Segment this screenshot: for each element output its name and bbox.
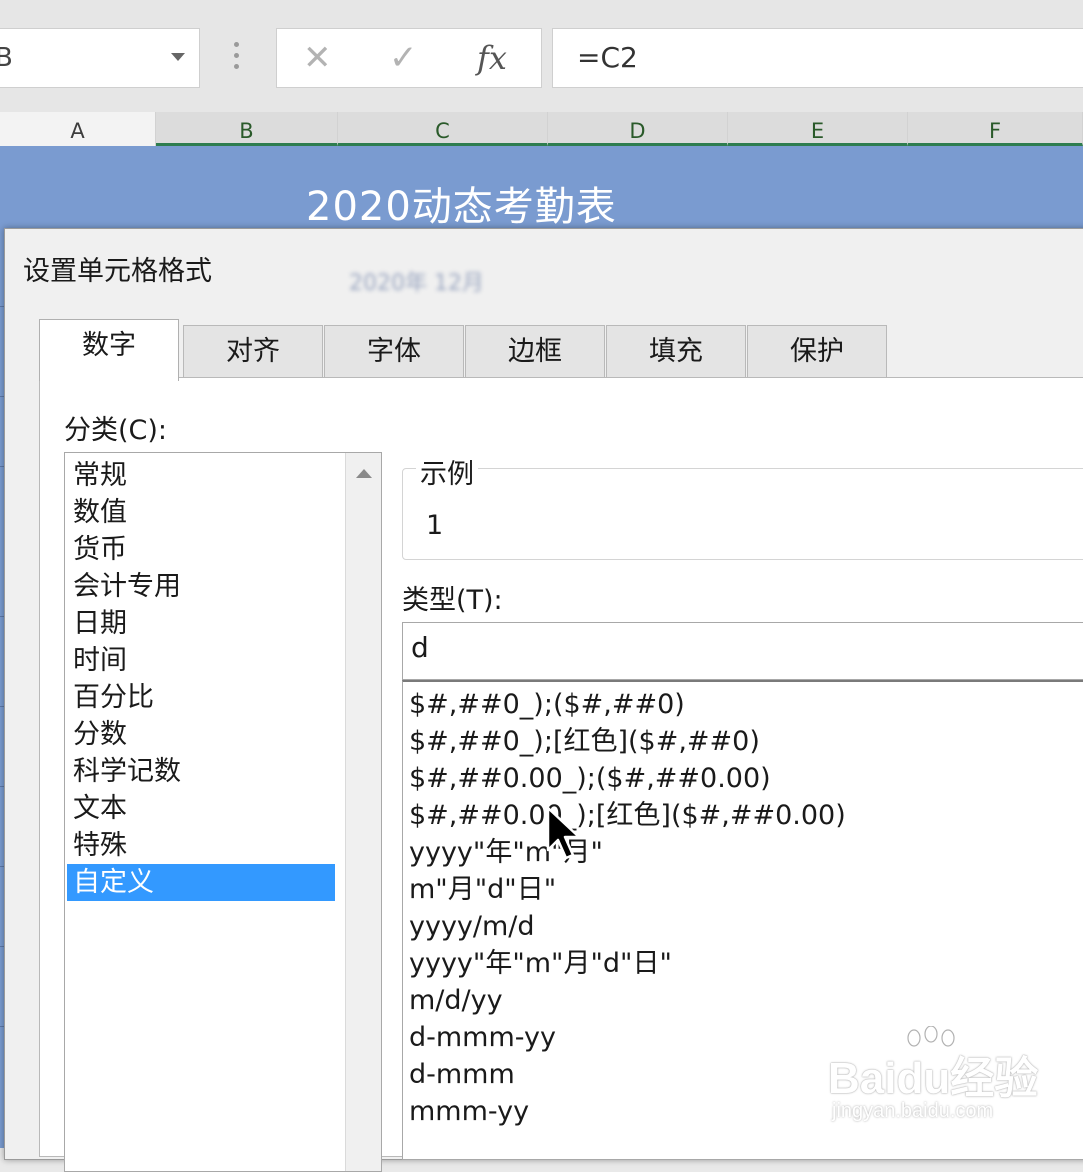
formula-text: =C2 [577, 41, 638, 74]
list-item[interactable]: m/d/yy [409, 982, 503, 1019]
sample-group [402, 468, 1083, 560]
list-item[interactable]: mmm-yy [409, 1093, 529, 1130]
type-label: 类型(T): [402, 585, 503, 616]
background-ghost-text: 2020年 12月 [349, 271, 484, 296]
list-item[interactable]: 货币 [67, 531, 335, 568]
list-item-selected[interactable]: 自定义 [67, 864, 335, 901]
baidu-watermark: Baidu经验 jingyan.baidu.com [828, 1026, 1068, 1126]
tab-protection[interactable]: 保护 [747, 325, 887, 379]
sample-value: 1 [426, 510, 444, 541]
name-box-value: B [0, 43, 13, 73]
list-item[interactable]: 分数 [67, 716, 335, 753]
cancel-icon[interactable]: ✕ [303, 39, 332, 77]
type-input[interactable]: d [402, 622, 1083, 680]
drag-handle-icon[interactable] [234, 42, 240, 72]
column-header-c[interactable]: C [338, 112, 548, 146]
watermark-logo: Baidu经验 [828, 1054, 1039, 1103]
sheet-title-cell[interactable]: 2020动态考勤表 [306, 174, 617, 232]
name-box[interactable]: B [0, 28, 200, 88]
sample-label: 示例 [416, 452, 478, 491]
list-item[interactable]: 时间 [67, 642, 335, 679]
formula-buttons: ✕ ✓ fx [276, 28, 542, 88]
list-item[interactable]: $#,##0_);[红色]($#,##0) [409, 723, 760, 760]
category-list[interactable]: 常规 数值 货币 会计专用 日期 时间 百分比 分数 科学记数 文本 特殊 自定… [64, 452, 382, 1172]
tab-fill[interactable]: 填充 [606, 325, 746, 379]
chevron-down-icon[interactable] [171, 53, 185, 61]
list-item[interactable]: d-mmm [409, 1056, 515, 1093]
column-header-f[interactable]: F [908, 112, 1083, 146]
list-item[interactable]: 常规 [67, 457, 335, 494]
column-header-b[interactable]: B [156, 112, 338, 146]
enter-icon[interactable]: ✓ [389, 39, 418, 77]
list-item[interactable]: 百分比 [67, 679, 335, 716]
column-header-e[interactable]: E [728, 112, 908, 146]
tab-number[interactable]: 数字 [39, 319, 179, 381]
list-item[interactable]: $#,##0.00_);($#,##0.00) [409, 760, 771, 797]
list-item[interactable]: yyyy/m/d [409, 908, 535, 945]
list-item[interactable]: 数值 [67, 494, 335, 531]
column-headers: A B C D E F [0, 112, 1083, 147]
formula-bar-area: B ✕ ✓ fx =C2 [0, 0, 1083, 112]
type-input-value: d [411, 631, 429, 664]
category-label: 分类(C): [64, 415, 168, 446]
list-item[interactable]: 文本 [67, 790, 335, 827]
column-header-d[interactable]: D [548, 112, 728, 146]
list-item[interactable]: d-mmm-yy [409, 1019, 556, 1056]
list-item[interactable]: 会计专用 [67, 568, 335, 605]
format-cells-dialog: 设置单元格格式 2020年 12月 数字 对齐 字体 边框 填充 保护 分类(C… [4, 228, 1083, 1172]
dialog-title: 设置单元格格式 [23, 256, 212, 287]
tab-font[interactable]: 字体 [324, 325, 464, 379]
tab-alignment[interactable]: 对齐 [183, 325, 323, 379]
list-item[interactable]: 科学记数 [67, 753, 335, 790]
list-item[interactable]: yyyy"年"m"月"d"日" [409, 945, 672, 982]
scroll-up-icon[interactable] [356, 469, 372, 478]
watermark-url: jingyan.baidu.com [832, 1100, 994, 1122]
tab-border[interactable]: 边框 [465, 325, 605, 379]
list-item[interactable]: 特殊 [67, 827, 335, 864]
list-item[interactable]: $#,##0.00_);[红色]($#,##0.00) [409, 797, 846, 834]
category-scrollbar[interactable] [345, 453, 381, 1171]
mouse-cursor-icon [546, 806, 581, 860]
column-header-a[interactable]: A [0, 112, 156, 146]
list-item[interactable]: 日期 [67, 605, 335, 642]
list-item[interactable]: m"月"d"日" [409, 871, 556, 908]
insert-function-icon[interactable]: fx [477, 39, 507, 77]
formula-input[interactable]: =C2 [552, 28, 1083, 88]
list-item[interactable]: $#,##0_);($#,##0) [409, 686, 685, 723]
